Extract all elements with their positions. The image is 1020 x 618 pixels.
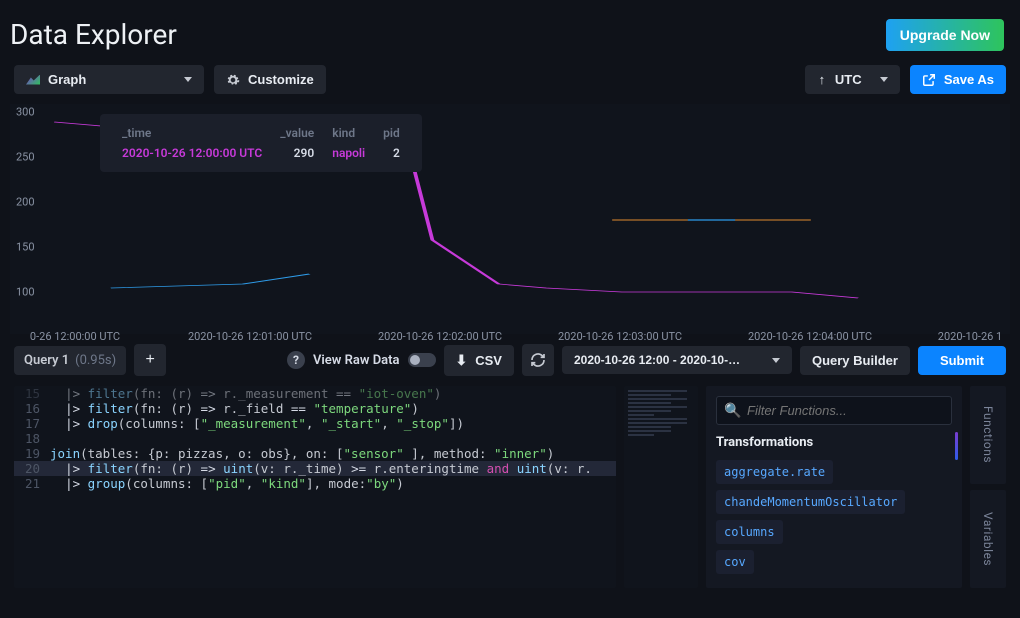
upgrade-button[interactable]: Upgrade Now <box>886 19 1004 51</box>
code-editor[interactable]: 15 |> filter(fn: (r) => r._measurement =… <box>14 386 616 588</box>
save-as-button[interactable]: Save As <box>910 65 1006 94</box>
function-item[interactable]: cov <box>716 550 754 574</box>
chart-tooltip: _time _value kind pid 2020-10-26 12:00:0… <box>100 114 422 172</box>
gear-icon <box>226 73 240 87</box>
customize-button[interactable]: Customize <box>214 65 326 94</box>
toggle-switch[interactable] <box>408 353 436 367</box>
chevron-down-icon <box>880 77 888 82</box>
time-range-label: 2020-10-26 12:00 - 2020-10-26 ... <box>574 353 744 367</box>
functions-panel: 🔍 Transformations aggregate.rate chandeM… <box>706 386 962 588</box>
refresh-button[interactable] <box>522 344 554 376</box>
query-duration: (0.95s) <box>75 353 116 368</box>
graph-icon <box>26 75 40 85</box>
add-query-button[interactable]: + <box>134 344 166 376</box>
csv-button[interactable]: ⬇ CSV <box>444 345 514 376</box>
download-icon: ⬇ <box>456 352 468 369</box>
view-raw-data-toggle[interactable]: ? View Raw Data <box>287 351 436 369</box>
side-tab-functions[interactable]: Functions <box>970 386 1006 484</box>
view-type-select[interactable]: Graph <box>14 65 204 94</box>
side-tab-variables[interactable]: Variables <box>970 490 1006 588</box>
function-item[interactable]: columns <box>716 520 783 544</box>
page-title: Data Explorer <box>10 18 177 51</box>
query-tab-label: Query 1 <box>24 353 69 368</box>
code-minimap[interactable] <box>624 386 698 588</box>
view-type-label: Graph <box>48 72 86 87</box>
query-builder-button[interactable]: Query Builder <box>800 346 910 375</box>
function-item[interactable]: aggregate.rate <box>716 460 833 484</box>
save-as-label: Save As <box>944 72 994 87</box>
refresh-icon <box>530 352 546 368</box>
timezone-label: UTC <box>835 72 862 87</box>
filter-functions-input[interactable] <box>716 396 952 425</box>
accent-indicator <box>955 432 958 460</box>
query-tab[interactable]: Query 1 (0.95s) <box>14 346 126 375</box>
customize-label: Customize <box>248 72 314 87</box>
functions-heading: Transformations <box>716 435 952 450</box>
search-icon: 🔍 <box>724 403 741 419</box>
help-icon: ? <box>287 351 305 369</box>
arrow-icon: ↑ <box>817 72 827 87</box>
submit-button[interactable]: Submit <box>918 346 1006 375</box>
chevron-down-icon <box>184 77 192 82</box>
timezone-select[interactable]: ↑ UTC <box>805 65 900 94</box>
time-range-select[interactable]: 2020-10-26 12:00 - 2020-10-26 ... <box>562 346 792 374</box>
chevron-down-icon <box>772 358 780 363</box>
function-item[interactable]: chandeMomentumOscillator <box>716 490 905 514</box>
raw-data-label: View Raw Data <box>313 353 400 368</box>
export-icon <box>922 73 936 87</box>
chart-area[interactable]: 300 250 200 150 100 _time _value kind pi… <box>10 104 1010 334</box>
csv-label: CSV <box>475 353 502 368</box>
